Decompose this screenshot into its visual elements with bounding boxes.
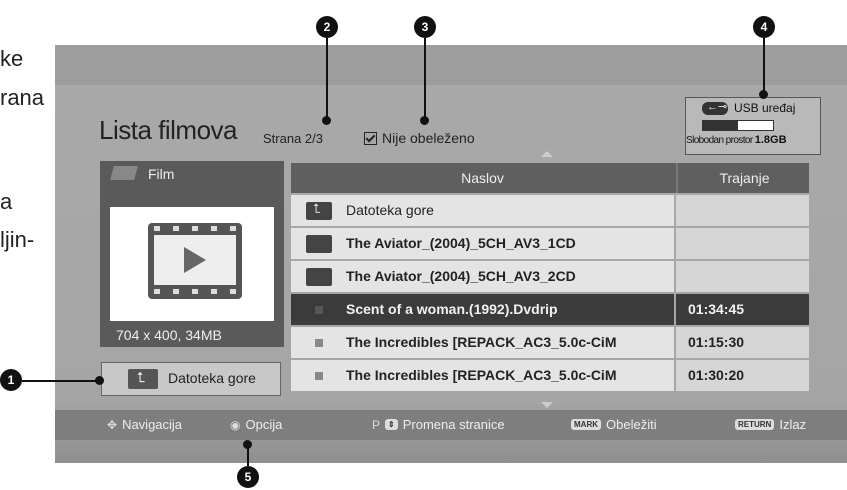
preview-category: Film [148, 166, 175, 182]
return-key-icon: RETURN [735, 419, 775, 430]
row-name: The Incredibles [REPACK_AC3_5.0c-CiM [346, 334, 617, 350]
preview-panel: Film 704 x 400, 34MB [100, 161, 284, 347]
column-header-duration: Trajanje [676, 163, 811, 193]
row-duration [676, 195, 809, 226]
callout-2: 2 [316, 16, 338, 38]
column-header-title: Naslov [461, 170, 504, 186]
bottom-help-bar: ✥ Navigacija ◉ Opcija P ⇕ Promena strani… [55, 410, 847, 440]
usb-free-label: Slobodan prostor [686, 135, 753, 146]
page-title: Lista filmova [99, 115, 238, 145]
help-option: ◉ Opcija [230, 417, 282, 432]
callout-dot [759, 90, 768, 99]
usb-free-value: 1.8GB [754, 134, 787, 146]
row-name: Scent of a woman.(1992).Dvdrip [346, 301, 558, 317]
manual-page: { "page_fragments": ["ke", "rana", "a", … [0, 0, 847, 490]
help-exit: RETURN Izlaz [735, 417, 806, 432]
filmstrip-icon [148, 223, 242, 299]
usb-free-space: Slobodan prostor 1.8GB [686, 134, 787, 146]
row-duration: 01:34:45 [676, 294, 809, 325]
file-icon [315, 372, 323, 380]
callout-1: 1 [0, 369, 22, 391]
row-duration: 01:15:30 [676, 327, 809, 358]
table-row[interactable]: The Incredibles [REPACK_AC3_5.0c-CiM 01:… [291, 360, 809, 391]
page-fragment: rana [0, 85, 45, 110]
row-name: The Aviator_(2004)_5CH_AV3_1CD [346, 235, 576, 251]
table-row[interactable]: The Aviator_(2004)_5CH_AV3_2CD [291, 261, 809, 292]
folder-icon [306, 235, 332, 253]
usb-icon [702, 100, 728, 115]
help-mark-label: Obeležiti [606, 417, 657, 432]
folder-icon [306, 268, 332, 286]
page-updown-icon: ⇕ [385, 419, 398, 430]
callout-dot [322, 116, 331, 125]
up-folder-icon [128, 369, 158, 389]
tv-screen: Lista filmova Strana 2/3 Nije obeleženo … [55, 45, 847, 463]
table-row-selected[interactable]: Scent of a woman.(1992).Dvdrip 01:34:45 [291, 294, 809, 325]
help-page-change-label: Promena stranice [402, 417, 505, 432]
row-name: Datoteka gore [346, 202, 434, 218]
up-folder-icon [306, 201, 332, 220]
callout-line [763, 38, 765, 92]
help-mark: MARK Obeležiti [571, 417, 657, 432]
mark-key-icon: MARK [571, 419, 601, 430]
table-row[interactable]: The Incredibles [REPACK_AC3_5.0c-CiM 01:… [291, 327, 809, 358]
row-name: The Incredibles [REPACK_AC3_5.0c-CiM [346, 367, 617, 383]
callout-line [326, 38, 328, 118]
play-icon [184, 247, 206, 273]
scroll-down-arrow-icon[interactable] [541, 402, 553, 408]
unmarked-label: Nije obeleženo [382, 130, 475, 146]
table-row[interactable]: Datoteka gore [291, 195, 809, 226]
callout-dot [243, 440, 252, 449]
up-folder-button[interactable]: Datoteka gore [101, 362, 281, 396]
file-table: Naslov Trajanje Datoteka gore The Aviato… [291, 163, 809, 391]
preview-resolution: 704 x 400, 34MB [116, 327, 222, 343]
page-fragment: ljin- [0, 227, 35, 252]
help-exit-label: Izlaz [779, 417, 807, 432]
unmarked-indicator: Nije obeleženo [364, 130, 475, 146]
callout-4: 4 [753, 16, 775, 38]
checkbox-icon [364, 131, 377, 145]
table-header: Naslov Trajanje [291, 163, 809, 193]
usb-device-panel: USB uređaj Slobodan prostor 1.8GB [685, 97, 821, 155]
usb-storage-bar [702, 120, 774, 131]
row-name: The Aviator_(2004)_5CH_AV3_2CD [346, 268, 576, 284]
row-duration [676, 228, 809, 259]
help-page-change: P ⇕ Promena stranice [372, 417, 505, 432]
dpad-icon: ✥ [107, 417, 118, 432]
callout-line [22, 380, 98, 382]
film-icon [110, 166, 138, 180]
callout-3: 3 [414, 16, 436, 38]
up-folder-label: Datoteka gore [168, 370, 256, 386]
movie-thumbnail [110, 207, 274, 321]
page-key-icon: P [372, 417, 381, 432]
callout-dot [95, 376, 104, 385]
row-duration: 01:30:20 [676, 360, 809, 391]
row-duration [676, 261, 809, 292]
callout-5: 5 [237, 466, 259, 488]
top-band [55, 45, 847, 85]
usb-label: USB uređaj [734, 101, 796, 115]
callout-line [424, 38, 426, 118]
callout-dot [420, 116, 429, 125]
page-fragment: ke [0, 46, 24, 71]
preview-header: Film [100, 161, 284, 187]
ok-button-icon: ◉ [230, 417, 241, 432]
file-icon [315, 339, 323, 347]
table-row[interactable]: The Aviator_(2004)_5CH_AV3_1CD [291, 228, 809, 259]
scroll-up-arrow-icon[interactable] [541, 151, 553, 157]
help-option-label: Opcija [245, 417, 283, 432]
help-navigation-label: Navigacija [122, 417, 183, 432]
page-indicator: Strana 2/3 [263, 131, 323, 146]
usb-storage-fill [703, 121, 738, 130]
help-navigation: ✥ Navigacija [107, 417, 182, 432]
file-icon [315, 306, 323, 314]
